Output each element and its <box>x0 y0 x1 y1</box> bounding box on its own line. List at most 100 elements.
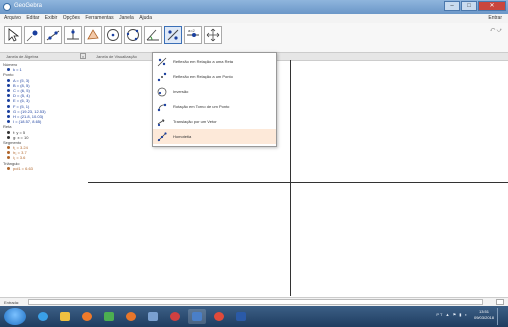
circle-icon <box>107 29 119 41</box>
algebra-object[interactable]: pol1 = 6.63 <box>3 166 88 171</box>
visibility-dot-icon[interactable] <box>7 130 10 134</box>
menu-exibir[interactable]: Exibir <box>45 14 58 23</box>
algebra-list: Número k = 1 Ponto A = (5, 3) B = (8, 5) C = … <box>0 61 88 171</box>
menu-item-label: Reflexão em Relação a um Ponto <box>173 74 233 79</box>
toolbar: a=2 ⤺ ⤻ <box>0 23 508 53</box>
visibility-dot-icon[interactable] <box>7 156 10 160</box>
visibility-dot-icon[interactable] <box>7 99 10 103</box>
taskbar-internet-explorer[interactable] <box>34 309 52 324</box>
move-graphics-icon <box>206 28 220 42</box>
internet-explorer-icon <box>38 312 48 321</box>
translate-icon <box>157 119 165 126</box>
taskbar-file-explorer[interactable] <box>56 309 74 324</box>
close-icon[interactable]: × <box>80 53 86 59</box>
polygon-tool[interactable] <box>84 26 102 44</box>
menu-item-label: Reflexão em Relação a uma Reta <box>173 59 234 64</box>
geogebra-taskbar-icon <box>192 312 202 321</box>
move-graphics-tool[interactable] <box>204 26 222 44</box>
visibility-dot-icon[interactable] <box>7 94 10 98</box>
show-desktop-button[interactable] <box>497 308 506 325</box>
chrome-taskbar-icon <box>214 312 224 321</box>
input-help-button[interactable] <box>496 299 504 305</box>
menu-item-translate[interactable]: Translação por um Vetor <box>153 114 276 129</box>
start-button[interactable] <box>4 308 26 325</box>
menu-item-inversion[interactable]: Inversão <box>153 84 276 99</box>
reflect-line-icon <box>157 57 167 66</box>
polygon-icon <box>87 29 99 40</box>
taskbar-media-player[interactable] <box>78 309 96 324</box>
reflect-icon <box>167 29 179 41</box>
media-player-icon <box>82 312 92 321</box>
taskbar-chrome[interactable] <box>100 309 118 324</box>
angle-icon <box>146 29 159 41</box>
graphics-view[interactable]: Janela de Visualização GHI <box>88 53 508 296</box>
photos-icon <box>170 312 180 321</box>
minimize-button[interactable]: – <box>444 1 460 11</box>
algebra-text: k = 1 <box>13 67 22 73</box>
point-icon <box>26 30 38 42</box>
menu-item-dilate[interactable]: Homotetia <box>153 129 276 144</box>
reflect-tool[interactable] <box>164 26 182 44</box>
undo-redo-buttons[interactable]: ⤺ ⤻ <box>490 27 502 33</box>
transform-tool-menu: Reflexão em Relação a uma Reta Reflexão e… <box>152 52 277 147</box>
inversion-icon <box>157 87 167 96</box>
dilate-icon <box>157 131 167 141</box>
slider-icon: a=2 <box>187 28 199 37</box>
maximize-button[interactable]: □ <box>461 1 477 11</box>
menu-janela[interactable]: Janela <box>119 14 134 23</box>
line-tool[interactable] <box>44 26 62 44</box>
line-icon <box>46 30 60 41</box>
visibility-dot-icon[interactable] <box>7 114 10 118</box>
menu-arquivo[interactable]: Arquivo <box>4 14 21 23</box>
visibility-dot-icon[interactable] <box>7 109 10 113</box>
menu-item-reflect-line[interactable]: Reflexão em Relação a uma Reta <box>153 54 276 69</box>
file-explorer-icon <box>60 312 70 321</box>
visibility-dot-icon[interactable] <box>7 151 10 155</box>
menu-ferramentas[interactable]: Ferramentas <box>85 14 113 23</box>
menu-item-reflect-point[interactable]: Reflexão em Relação a um Ponto <box>153 69 276 84</box>
visibility-dot-icon[interactable] <box>7 78 10 82</box>
move-tool[interactable] <box>4 26 22 44</box>
clock-date: 09/03/2018 <box>473 315 494 320</box>
graphics-canvas: GHI <box>88 53 508 296</box>
menu-item-rotate[interactable]: Rotação em Torno de um Ponto <box>153 99 276 114</box>
menu-ajuda[interactable]: Ajuda <box>139 14 152 23</box>
visibility-dot-icon[interactable] <box>7 166 10 170</box>
perpendicular-icon <box>67 29 79 40</box>
visibility-dot-icon[interactable] <box>7 146 10 150</box>
title-bar: GeoGebra – □ ✕ <box>0 0 508 14</box>
perpendicular-tool[interactable] <box>64 26 82 44</box>
close-button[interactable]: ✕ <box>478 1 506 11</box>
clock[interactable]: 13:51 09/03/2018 <box>474 309 494 321</box>
algebra-text: I = (18.57, 8.65) <box>13 119 42 125</box>
taskbar-geogebra-taskbar[interactable] <box>188 309 206 324</box>
visibility-dot-icon[interactable] <box>7 68 10 72</box>
circle-three-points-tool[interactable] <box>124 26 142 44</box>
menu-item-label: Inversão <box>173 89 189 94</box>
visibility-dot-icon[interactable] <box>7 104 10 108</box>
input-field[interactable] <box>28 299 483 305</box>
visibility-dot-icon[interactable] <box>7 120 10 124</box>
taskbar-app[interactable] <box>144 309 162 324</box>
circle-tool[interactable] <box>104 26 122 44</box>
input-label: Entrada: <box>4 300 20 305</box>
sign-in-link[interactable]: Entrar <box>488 14 502 23</box>
taskbar-word[interactable] <box>232 309 250 324</box>
angle-tool[interactable] <box>144 26 162 44</box>
taskbar-firefox[interactable] <box>122 309 140 324</box>
taskbar: PT ▲ ⚑ ▮ ◖ 13:51 09/03/2018 <box>0 306 508 327</box>
system-tray[interactable]: PT ▲ ⚑ ▮ ◖ <box>436 312 468 317</box>
menu-opcoes[interactable]: Opções <box>63 14 80 23</box>
reflect-point-icon <box>157 72 167 81</box>
menu-editar[interactable]: Editar <box>26 14 39 23</box>
point-tool[interactable] <box>24 26 42 44</box>
visibility-dot-icon[interactable] <box>7 83 10 87</box>
slider-tool[interactable]: a=2 <box>184 26 202 44</box>
visibility-dot-icon[interactable] <box>7 135 10 139</box>
taskbar-photos[interactable] <box>166 309 184 324</box>
algebra-text: Reta <box>3 124 12 130</box>
visibility-dot-icon[interactable] <box>7 89 10 93</box>
menu-item-label: Homotetia <box>173 134 192 139</box>
taskbar-chrome-taskbar[interactable] <box>210 309 228 324</box>
algebra-title: Janela de Álgebra <box>6 54 39 59</box>
